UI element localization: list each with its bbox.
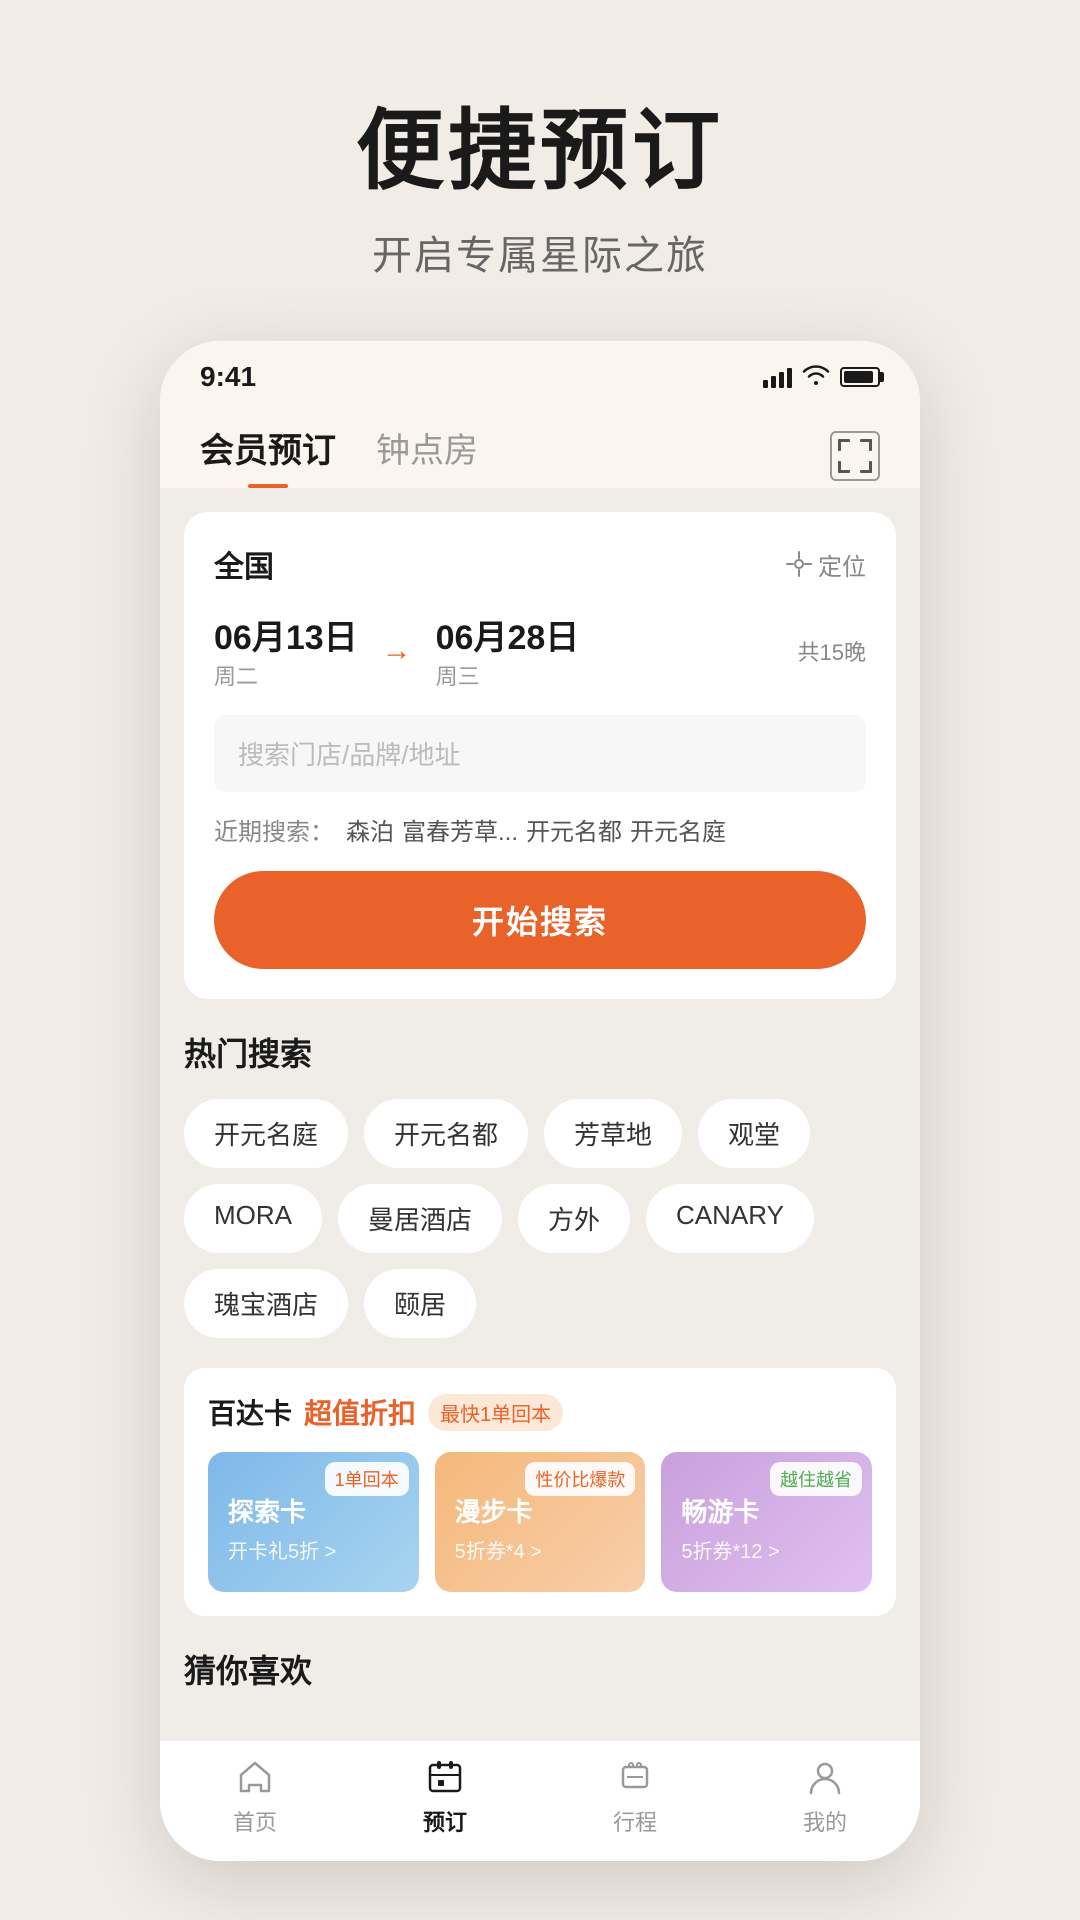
guess-title: 猜你喜欢	[184, 1646, 896, 1692]
phone-content: 全国 定位 06月13日 周二 →	[160, 488, 920, 1740]
home-icon	[235, 1757, 275, 1797]
baidaka-header: 百达卡 超值折扣 最快1单回本	[208, 1392, 872, 1432]
recent-tag-3[interactable]: 开元名庭	[630, 812, 726, 847]
search-button[interactable]: 开始搜索	[214, 871, 866, 969]
hot-tag-7[interactable]: CANARY	[646, 1184, 814, 1253]
nav-label-trip: 行程	[613, 1805, 657, 1837]
recent-row: 近期搜索： 森泊 富春芳草... 开元名都 开元名庭	[214, 812, 866, 847]
scan-icon	[835, 436, 875, 476]
tab-member-booking[interactable]: 会员预订	[200, 423, 336, 488]
recent-label: 近期搜索：	[214, 812, 334, 847]
status-bar: 9:41	[160, 341, 920, 403]
baidaka-title: 百达卡	[208, 1392, 292, 1432]
stroll-card-name: 漫步卡	[455, 1492, 626, 1529]
search-input-container[interactable]: 搜索门店/品牌/地址	[214, 715, 866, 792]
baidaka-section: 百达卡 超值折扣 最快1单回本 1单回本 探索卡 开卡礼5折 > 性价比爆款 漫…	[184, 1368, 896, 1616]
travel-card-name: 畅游卡	[681, 1492, 852, 1529]
baidaka-badge: 最快1单回本	[428, 1394, 563, 1431]
recent-tag-0[interactable]: 森泊	[346, 812, 394, 847]
scan-button[interactable]	[830, 431, 880, 481]
hot-tag-8[interactable]: 瑰宝酒店	[184, 1269, 348, 1338]
date-arrow: →	[382, 634, 412, 668]
date-to-day: 周三	[436, 659, 580, 691]
location-text: 全国	[214, 542, 274, 586]
stroll-card-desc: 5折券*4 >	[455, 1535, 626, 1564]
guess-section: 猜你喜欢	[184, 1646, 896, 1692]
date-from-day: 周二	[214, 659, 358, 691]
wifi-icon	[802, 363, 830, 391]
profile-icon	[805, 1757, 845, 1797]
hot-tag-6[interactable]: 方外	[518, 1184, 630, 1253]
phone-mockup: 9:41 会员预订 钟点房	[160, 341, 920, 1861]
date-from-main: 06月13日	[214, 610, 358, 659]
hot-search-tags: 开元名庭 开元名都 芳草地 观堂 MORA 曼居酒店 方外 CANARY 瑰宝酒…	[184, 1099, 896, 1338]
explore-card-badge: 1单回本	[325, 1462, 409, 1496]
signal-icon	[763, 366, 792, 388]
date-to-main: 06月28日	[436, 610, 580, 659]
status-icons	[763, 363, 880, 391]
bottom-nav: 首页 预订 行程 我的	[160, 1740, 920, 1861]
hot-tag-5[interactable]: 曼居酒店	[338, 1184, 502, 1253]
hot-tag-0[interactable]: 开元名庭	[184, 1099, 348, 1168]
date-from[interactable]: 06月13日 周二	[214, 610, 358, 691]
booking-icon	[425, 1757, 465, 1797]
status-time: 9:41	[200, 361, 256, 393]
explore-card-desc: 开卡礼5折 >	[228, 1535, 399, 1564]
baidaka-subtitle: 超值折扣	[304, 1392, 416, 1432]
nav-label-home: 首页	[233, 1805, 277, 1837]
explore-card[interactable]: 1单回本 探索卡 开卡礼5折 >	[208, 1452, 419, 1592]
hot-tag-9[interactable]: 颐居	[364, 1269, 476, 1338]
trip-icon	[615, 1757, 655, 1797]
nav-tabs: 会员预订 钟点房	[160, 403, 920, 488]
travel-card[interactable]: 越住越省 畅游卡 5折券*12 >	[661, 1452, 872, 1592]
location-icon	[786, 551, 812, 577]
nav-item-booking[interactable]: 预订	[350, 1757, 540, 1837]
nav-item-home[interactable]: 首页	[160, 1757, 350, 1837]
date-row: 06月13日 周二 → 06月28日 周三 共15晚	[214, 610, 866, 691]
hot-tag-2[interactable]: 芳草地	[544, 1099, 682, 1168]
nav-item-trip[interactable]: 行程	[540, 1757, 730, 1837]
recent-tag-1[interactable]: 富春芳草...	[402, 812, 518, 847]
date-to[interactable]: 06月28日 周三	[436, 610, 580, 691]
hot-search-section: 热门搜索 开元名庭 开元名都 芳草地 观堂 MORA 曼居酒店 方外 CANAR…	[184, 1029, 896, 1338]
search-card: 全国 定位 06月13日 周二 →	[184, 512, 896, 999]
recent-tag-2[interactable]: 开元名都	[526, 812, 622, 847]
baidaka-card-row: 1单回本 探索卡 开卡礼5折 > 性价比爆款 漫步卡 5折券*4 > 越住越省 …	[208, 1452, 872, 1592]
stroll-card-badge: 性价比爆款	[525, 1462, 635, 1496]
nights-count: 共15晚	[798, 635, 866, 667]
locate-label: 定位	[818, 547, 866, 582]
hot-tag-3[interactable]: 观堂	[698, 1099, 810, 1168]
search-input-placeholder: 搜索门店/品牌/地址	[238, 740, 460, 770]
nav-label-profile: 我的	[803, 1805, 847, 1837]
tab-hourly[interactable]: 钟点房	[376, 423, 478, 488]
hot-search-title: 热门搜索	[184, 1029, 896, 1075]
travel-card-desc: 5折券*12 >	[681, 1535, 852, 1564]
nav-label-booking: 预订	[423, 1805, 467, 1837]
travel-card-badge: 越住越省	[770, 1462, 862, 1496]
location-row: 全国 定位	[214, 542, 866, 586]
stroll-card[interactable]: 性价比爆款 漫步卡 5折券*4 >	[435, 1452, 646, 1592]
battery-icon	[840, 367, 880, 387]
hot-tag-4[interactable]: MORA	[184, 1184, 322, 1253]
nav-item-profile[interactable]: 我的	[730, 1757, 920, 1837]
explore-card-name: 探索卡	[228, 1492, 399, 1529]
page-header: 便捷预订 开启专属星际之旅	[0, 0, 1080, 321]
hot-tag-1[interactable]: 开元名都	[364, 1099, 528, 1168]
page-title: 便捷预订	[356, 80, 724, 207]
locate-button[interactable]: 定位	[786, 547, 866, 582]
page-subtitle: 开启专属星际之旅	[372, 223, 708, 281]
